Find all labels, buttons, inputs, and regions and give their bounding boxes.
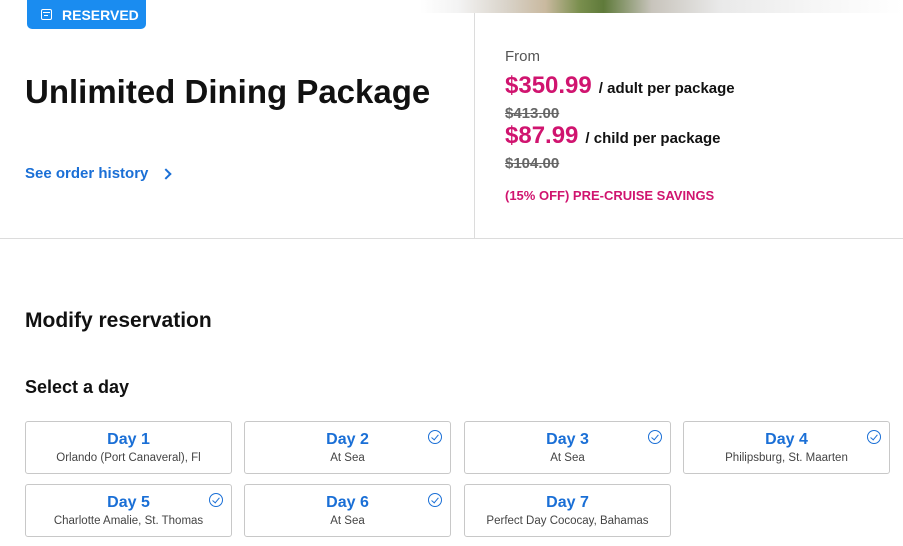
day-card-6[interactable]: Day 6 At Sea (244, 484, 451, 537)
adult-price-row: $350.99 / adult per package (505, 72, 735, 100)
day-card-1[interactable]: Day 1 Orlando (Port Canaveral), Fl (25, 421, 232, 474)
day-label: Day 7 (546, 494, 589, 511)
adult-original-price: $413.00 (505, 105, 560, 122)
reserved-badge-label: RESERVED (62, 6, 139, 23)
day-label: Day 5 (107, 494, 150, 511)
chevron-right-icon (160, 167, 173, 180)
see-order-history-link[interactable]: See order history (25, 165, 173, 182)
select-day-heading: Select a day (25, 377, 130, 397)
check-circle-icon (209, 493, 223, 507)
check-circle-icon (428, 493, 442, 507)
child-price-row: $87.99 / child per package (505, 122, 720, 150)
see-order-history-label: See order history (25, 165, 149, 182)
day-card-5[interactable]: Day 5 Charlotte Amalie, St. Thomas (25, 484, 232, 537)
check-circle-icon (867, 430, 881, 444)
day-card-4[interactable]: Day 4 Philipsburg, St. Maarten (683, 421, 890, 474)
reserved-badge: RESERVED (27, 0, 146, 29)
day-port: Charlotte Amalie, St. Thomas (53, 515, 204, 527)
day-port: At Sea (550, 452, 585, 464)
horizontal-divider (0, 238, 903, 239)
day-label: Day 6 (326, 494, 369, 511)
day-port: At Sea (330, 452, 365, 464)
child-price: $87.99 (505, 122, 579, 149)
page-title: Unlimited Dining Package (25, 73, 431, 110)
day-label: Day 1 (107, 431, 150, 448)
day-label: Day 2 (326, 431, 369, 448)
vertical-divider (474, 13, 475, 238)
modify-reservation-heading: Modify reservation (25, 309, 212, 332)
adult-price: $350.99 (505, 72, 592, 99)
day-card-2[interactable]: Day 2 At Sea (244, 421, 451, 474)
day-port: Orlando (Port Canaveral), Fl (56, 452, 201, 464)
adult-unit: / adult per package (598, 80, 735, 97)
day-label: Day 4 (765, 431, 808, 448)
from-label: From (505, 48, 540, 65)
day-label: Day 3 (546, 431, 589, 448)
day-card-3[interactable]: Day 3 At Sea (464, 421, 671, 474)
day-port: Philipsburg, St. Maarten (725, 452, 848, 464)
day-port: Perfect Day Cococay, Bahamas (486, 515, 649, 527)
check-circle-icon (428, 430, 442, 444)
calendar-icon (41, 9, 52, 20)
savings-label: (15% OFF) PRE-CRUISE SAVINGS (505, 188, 715, 203)
child-unit: / child per package (585, 130, 721, 147)
day-card-7[interactable]: Day 7 Perfect Day Cococay, Bahamas (464, 484, 671, 537)
child-original-price: $104.00 (505, 155, 560, 172)
day-port: At Sea (330, 515, 365, 527)
check-circle-icon (648, 430, 662, 444)
